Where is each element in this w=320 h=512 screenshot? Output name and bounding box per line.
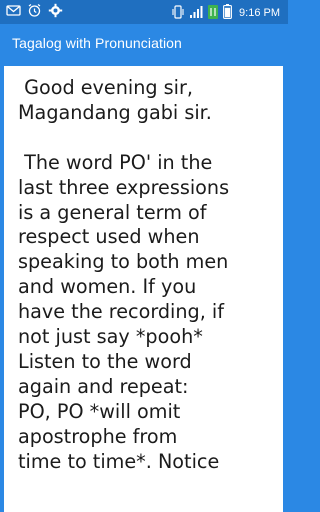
status-left-icons [6, 3, 63, 18]
content-card[interactable]: Good evening sir, Magandang gabi sir. Th… [4, 66, 283, 512]
settings-icon [48, 3, 63, 18]
status-time: 9:16 PM [239, 7, 280, 19]
email-icon [6, 3, 21, 18]
signal-icon [189, 5, 203, 22]
network-4g-icon [208, 4, 219, 22]
lesson-text: Good evening sir, Magandang gabi sir. Th… [18, 76, 230, 473]
app-bar: Tagalog with Pronunciation [0, 24, 288, 64]
status-bar: 9:16 PM [0, 0, 288, 24]
alarm-icon [27, 3, 42, 18]
status-right-icons: 9:16 PM [172, 4, 280, 22]
app-title: Tagalog with Pronunciation [12, 35, 182, 51]
battery-icon [223, 4, 232, 22]
vibrate-icon [172, 4, 184, 22]
